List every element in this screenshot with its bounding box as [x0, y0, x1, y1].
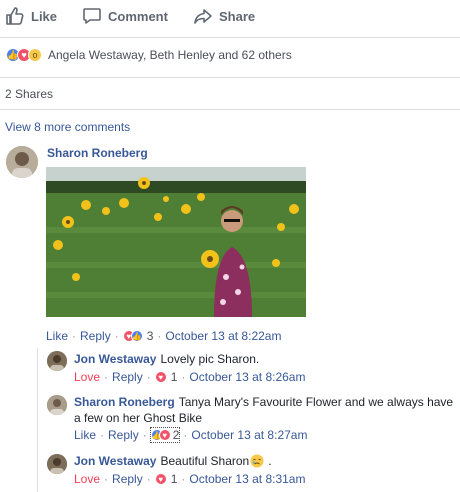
reply-2-body: Sharon Roneberg Tanya Mary's Favourite F… [74, 395, 453, 409]
share-button[interactable]: Share [193, 6, 255, 26]
love-reaction-icon: ♥ [158, 429, 171, 441]
reaction-count: 2 [172, 428, 180, 442]
avatar-image [47, 351, 67, 371]
avatar-image [47, 395, 67, 415]
reply-3-timestamp[interactable]: October 13 at 8:31am [189, 472, 305, 486]
avatar-image [6, 146, 38, 178]
reply-1-reply-button[interactable]: Reply [112, 370, 143, 384]
like-label: Like [31, 8, 58, 24]
reply-1-author[interactable]: Jon Westaway [74, 352, 156, 366]
divider [0, 109, 460, 110]
reply-2-text-line1: Tanya Mary's Favourite Flower and we alw… [178, 395, 454, 409]
avatar[interactable] [6, 146, 38, 178]
like-reaction-icon: 👍 [130, 330, 143, 342]
reply-3-author[interactable]: Jon Westaway [74, 454, 156, 468]
reply-3-body: Jon Westaway Beautiful Sharon . [74, 454, 272, 468]
reaction-count: 1 [170, 472, 178, 486]
shares-count[interactable]: 2 Shares [5, 87, 53, 101]
reaction-count: 3 [146, 329, 154, 343]
like-button[interactable]: Like [5, 6, 57, 26]
reply-2-timestamp[interactable]: October 13 at 8:27am [191, 428, 307, 442]
reply-1-timestamp[interactable]: October 13 at 8:26am [189, 370, 305, 384]
comment-label: Comment [108, 8, 168, 24]
reply-3-text: Beautiful Sharon [160, 454, 250, 468]
reply-2-reactions[interactable]: 👍 ♥ 2 [149, 427, 181, 443]
reply-3-actions: Love · Reply · ♥ 1 · October 13 at 8:31a… [74, 472, 306, 486]
reply-1-body: Jon Westaway Lovely pic Sharon. [74, 352, 259, 366]
comment-button[interactable]: Comment [82, 6, 168, 26]
reply-thread-line [37, 348, 38, 492]
comment-like-button[interactable]: Like [46, 329, 68, 343]
reactors-names[interactable]: Angela Westaway, Beth Henley and 62 othe… [48, 48, 292, 62]
reply-1-reactions[interactable]: ♥ [154, 371, 167, 383]
avatar[interactable] [47, 351, 67, 371]
comment-timestamp[interactable]: October 13 at 8:22am [165, 329, 281, 343]
reaction-count: 1 [170, 370, 178, 384]
divider [0, 77, 460, 78]
reply-2-reply-button[interactable]: Reply [108, 428, 139, 442]
avatar[interactable] [47, 454, 67, 474]
share-arrow-icon [194, 9, 212, 24]
reply-1-actions: Love · Reply · ♥ 1 · October 13 at 8:26a… [74, 370, 306, 384]
reply-2-text-line2: a few on her Ghost Bike [74, 411, 203, 425]
reply-3-reactions[interactable]: ♥ [154, 473, 167, 485]
reply-3-love-button[interactable]: Love [74, 472, 100, 486]
view-more-comments-link[interactable]: View 8 more comments [5, 120, 130, 134]
crying-face-emoji-icon [250, 454, 264, 468]
avatar-image [47, 454, 67, 474]
sunflower-field-photo [46, 167, 306, 317]
post-action-bar: Like Comment Share [0, 0, 460, 34]
reactions-summary[interactable]: 👍 ♥ o Angela Westaway, Beth Henley and 6… [6, 48, 292, 62]
comment-reply-button[interactable]: Reply [80, 329, 111, 343]
reply-2-author[interactable]: Sharon Roneberg [74, 395, 175, 409]
comment-bubble-icon [83, 8, 101, 24]
comment-photo[interactable] [46, 167, 306, 317]
comment-actions: Like · Reply · ♥ 👍 3 · October 13 at 8:2… [46, 329, 282, 343]
love-reaction-icon: ♥ [154, 473, 167, 485]
thumbs-up-icon [6, 7, 24, 25]
comment-reactions[interactable]: ♥ 👍 [122, 330, 143, 342]
reply-1-love-button[interactable]: Love [74, 370, 100, 384]
wow-reaction-icon: o [28, 48, 42, 62]
share-label: Share [219, 8, 256, 24]
divider [0, 37, 460, 38]
comment-author[interactable]: Sharon Roneberg [47, 146, 148, 160]
reply-2-like-button[interactable]: Like [74, 428, 96, 442]
reply-1-text: Lovely pic Sharon. [160, 352, 260, 366]
avatar[interactable] [47, 395, 67, 415]
reply-2-actions: Like · Reply · 👍 ♥ 2 · October 13 at 8:2… [74, 427, 308, 443]
love-reaction-icon: ♥ [154, 371, 167, 383]
reply-3-reply-button[interactable]: Reply [112, 472, 143, 486]
